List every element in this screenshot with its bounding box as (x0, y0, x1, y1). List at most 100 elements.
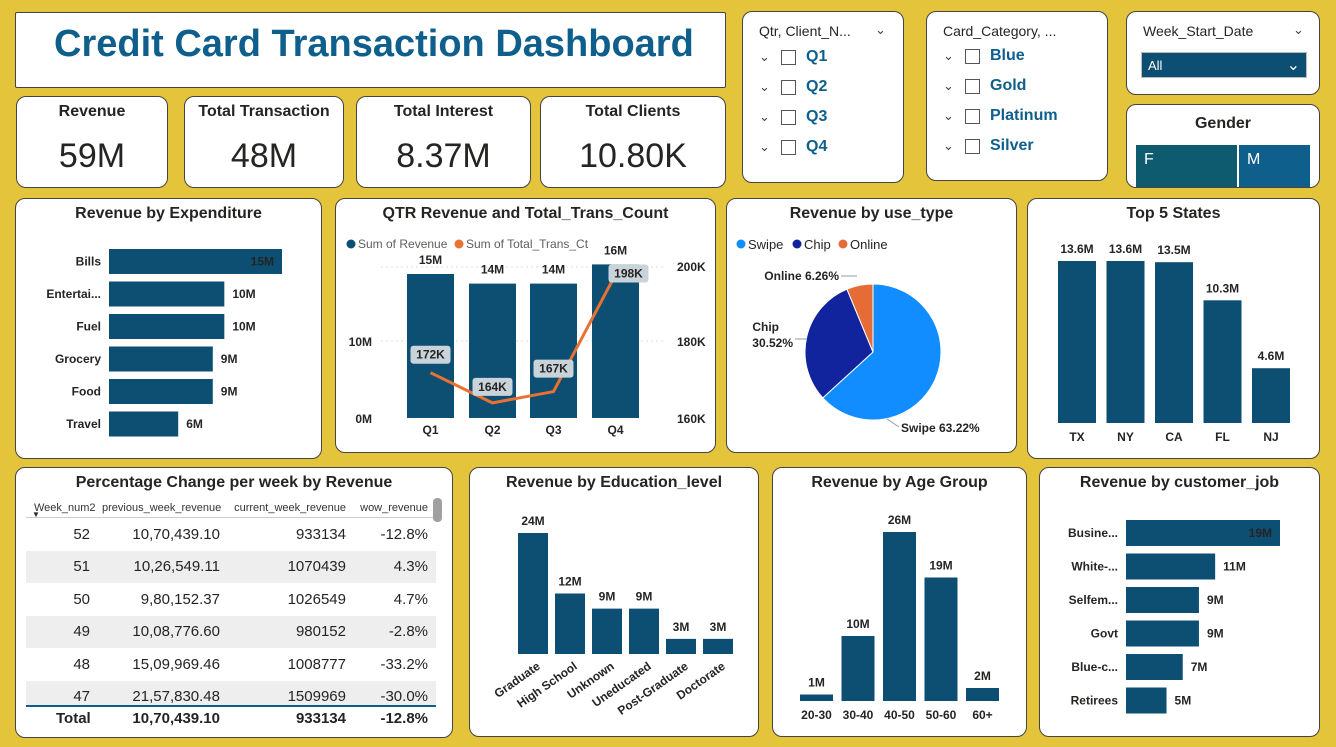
bar (1126, 553, 1216, 580)
chevron-down-icon[interactable]: ⌄ (943, 108, 965, 124)
chevron-down-icon[interactable]: ⌄ (943, 48, 965, 64)
checkbox-icon[interactable] (781, 49, 796, 65)
table-scrollbar[interactable] (433, 498, 442, 522)
week-start-slicer: Week_Start_Date ⌄ All ⌄ (1126, 11, 1320, 95)
data-label: 3M (710, 620, 727, 634)
bar (666, 638, 696, 654)
slicer-item-label: Platinum (990, 107, 1058, 124)
table-total-row: Total 10,70,439.10 933134 -12.8% (26, 704, 436, 731)
chevron-down-icon[interactable]: ⌄ (759, 79, 781, 95)
bar (800, 694, 833, 701)
bar (109, 379, 213, 404)
sort-desc-icon[interactable]: ▼ (32, 510, 40, 519)
gender-option-f[interactable]: F (1136, 145, 1237, 187)
bar (1126, 654, 1183, 680)
legend-item: Online (850, 237, 888, 252)
category-label: 40-50 (884, 708, 915, 722)
category-label: FL (1215, 430, 1230, 444)
column-header[interactable]: previous_week_revenue (102, 502, 224, 514)
checkbox-icon[interactable] (781, 109, 796, 125)
data-label: 10M (232, 320, 255, 334)
chevron-down-icon[interactable]: ⌄ (759, 49, 781, 65)
slicer-item-q3[interactable]: ⌄ Q3 (759, 106, 827, 128)
expenditure-chart: Bills 15M Entertai... 10M Fuel 10M Grocery 9M Fo… (46, 249, 282, 437)
checkbox-icon[interactable] (965, 138, 980, 154)
legend-marker (736, 239, 746, 249)
slicer-item-label: Silver (990, 137, 1034, 154)
gender-title: Gender (1194, 115, 1251, 132)
chevron-down-icon[interactable]: ⌄ (943, 78, 965, 94)
data-label: 14M (481, 263, 504, 277)
table-header: Week_num2 previous_week_revenue current_… (26, 498, 436, 518)
category-label: Q2 (484, 423, 500, 437)
table-row: 51 10,26,549.11 1070439 4.3% (26, 550, 436, 583)
checkbox-icon[interactable] (965, 78, 980, 94)
bar (109, 281, 225, 307)
kpi-label: Total Interest (393, 103, 494, 120)
slicer-item-silver[interactable]: ⌄ Silver (943, 135, 1034, 157)
dropdown-value: All (1148, 58, 1163, 73)
slicer-item-q4[interactable]: ⌄ Q4 (759, 136, 827, 158)
checkbox-icon[interactable] (781, 139, 796, 155)
bar (1126, 620, 1199, 647)
bar (841, 636, 875, 701)
table-row: 48 15,09,969.46 1008777 -33.2% (73, 655, 428, 673)
column-header[interactable]: current_week_revenue (224, 502, 350, 514)
gender-option-m[interactable]: M (1239, 145, 1310, 187)
category-label: Q1 (422, 423, 438, 437)
slicer-header: Week_Start_Date (1143, 23, 1254, 39)
trans-count-line (429, 273, 617, 405)
category-label: NY (1117, 430, 1134, 444)
chevron-down-icon[interactable]: ⌄ (943, 138, 965, 154)
slicer-item-platinum[interactable]: ⌄ Platinum (943, 105, 1058, 127)
category-label: Food (72, 385, 101, 399)
slicer-item-label: Gold (990, 77, 1027, 94)
legend-marker (838, 239, 848, 249)
checkbox-icon[interactable] (965, 48, 980, 64)
y2-tick-label: 180K (677, 335, 706, 349)
chevron-down-icon[interactable]: ⌄ (1293, 22, 1304, 38)
slicer-item-q1[interactable]: ⌄ Q1 (759, 46, 827, 68)
data-label: 11M (1223, 560, 1246, 574)
expenditure-chart-card: Revenue by Expenditure Bills 15M Entertai.… (15, 198, 322, 459)
data-label: 9M (221, 385, 238, 399)
gender-slicer: Gender F M (1126, 104, 1320, 188)
checkbox-icon[interactable] (781, 79, 796, 95)
bar (469, 283, 516, 418)
data-label: 30.52% (752, 336, 793, 350)
kpi-label: Total Clients (585, 103, 681, 120)
week-start-dropdown[interactable]: All ⌄ (1141, 52, 1307, 78)
slicer-item-q2[interactable]: ⌄ Q2 (759, 76, 827, 98)
chevron-down-icon[interactable]: ⌄ (875, 22, 886, 38)
category-label: White-... (1071, 560, 1118, 574)
column-header[interactable]: wow_revenue (350, 502, 432, 514)
chevron-down-icon[interactable]: ⌄ (759, 109, 781, 125)
data-label: 26M (888, 513, 911, 527)
kpi-label: Revenue (58, 103, 126, 120)
category-label: Entertai... (46, 287, 101, 301)
slicer-item-blue[interactable]: ⌄ Blue (943, 45, 1025, 67)
bar (966, 688, 999, 701)
states-chart-card: Top 5 States 13.6M TX 13.6M NY 13.5M CA 10.3M F… (1027, 198, 1320, 459)
slicer-item-gold[interactable]: ⌄ Gold (943, 75, 1026, 97)
kpi-transaction-card: Total Transaction 48M (184, 96, 344, 188)
wow-table-card: Percentage Change per week by Revenue We… (15, 467, 453, 738)
data-label: 4.6M (1258, 349, 1285, 363)
data-label: 9M (1207, 627, 1224, 641)
chevron-down-icon[interactable]: ⌄ (759, 139, 781, 155)
chevron-down-icon[interactable]: ⌄ (1287, 55, 1300, 75)
kpi-clients-card: Total Clients 10.80K (540, 96, 726, 188)
checkbox-icon[interactable] (965, 108, 980, 124)
bar (1106, 261, 1145, 423)
bar (518, 533, 548, 654)
line-data-label: 164K (478, 380, 507, 394)
category-label: Selfem... (1069, 593, 1118, 607)
data-label: 15M (419, 253, 442, 267)
data-label: 7M (1191, 660, 1208, 674)
category-label: Travel (66, 417, 101, 431)
data-label: 15M (251, 255, 274, 269)
bar (592, 608, 622, 654)
category-label: 20-30 (801, 708, 832, 722)
category-label: Grocery (55, 352, 101, 366)
line-data-label: 167K (539, 362, 568, 376)
